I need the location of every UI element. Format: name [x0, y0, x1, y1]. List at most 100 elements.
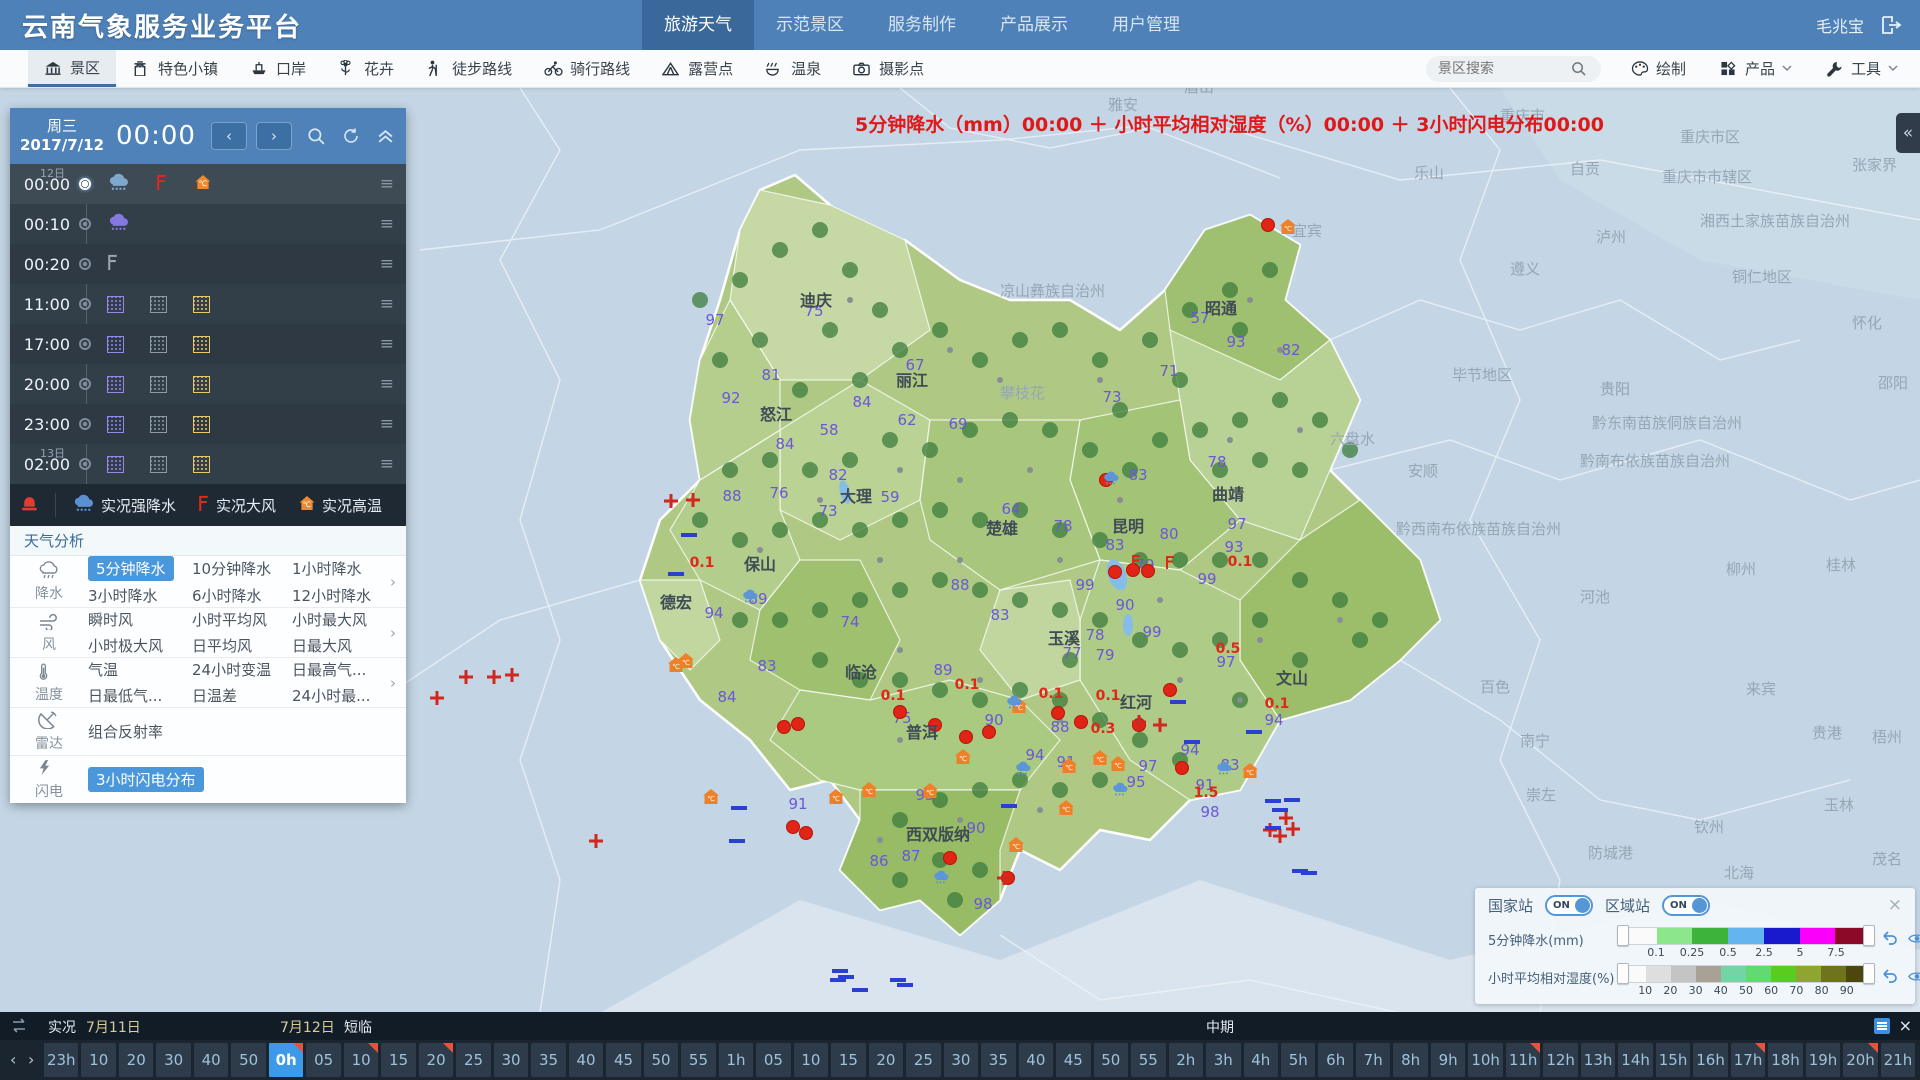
scale-handle-right[interactable]: [1863, 963, 1875, 984]
station-dot[interactable]: [892, 872, 908, 888]
time-step-button[interactable]: 17h: [1731, 1043, 1765, 1077]
row-menu-icon[interactable]: ≡: [380, 414, 394, 434]
analysis-item[interactable]: 日最高气...: [292, 658, 390, 681]
time-step-button[interactable]: 11h: [1506, 1043, 1540, 1077]
toolbar-item[interactable]: 特色小镇: [116, 50, 234, 87]
time-step-button[interactable]: 15: [381, 1043, 415, 1077]
time-step-button[interactable]: 18h: [1768, 1043, 1802, 1077]
station-dot[interactable]: [692, 512, 708, 528]
nav-item[interactable]: 产品展示: [978, 0, 1090, 50]
next-time-button[interactable]: ›: [256, 122, 292, 150]
station-dot[interactable]: [1252, 612, 1268, 628]
timeline-list-icon[interactable]: [1874, 1018, 1890, 1034]
time-row-radio[interactable]: [79, 258, 91, 270]
time-step-button[interactable]: 45: [1056, 1043, 1090, 1077]
alert-pin[interactable]: [792, 718, 805, 731]
time-step-button[interactable]: 10: [81, 1043, 115, 1077]
station-dot[interactable]: [722, 462, 738, 478]
station-dot[interactable]: [1172, 552, 1188, 568]
time-step-button[interactable]: 35: [531, 1043, 565, 1077]
station-dot[interactable]: [732, 612, 748, 628]
analysis-item[interactable]: 3小时降水: [88, 584, 192, 607]
station-dot[interactable]: [1132, 732, 1148, 748]
station-dot[interactable]: [1232, 412, 1248, 428]
analysis-item[interactable]: 6小时降水: [192, 584, 292, 607]
time-row[interactable]: 12日00:00℃≡: [10, 164, 406, 204]
station-dot[interactable]: [872, 302, 888, 318]
toolbar-item[interactable]: 徒步路线: [410, 50, 528, 87]
station-dot[interactable]: [1052, 322, 1068, 338]
time-step-button[interactable]: 50: [644, 1043, 678, 1077]
station-dot[interactable]: [972, 582, 988, 598]
station-dot[interactable]: [972, 692, 988, 708]
prev-time-button[interactable]: ‹: [211, 122, 247, 150]
station-dot[interactable]: [712, 352, 728, 368]
time-step-button[interactable]: 55: [681, 1043, 715, 1077]
time-step-button[interactable]: 30: [944, 1043, 978, 1077]
analysis-item[interactable]: 日温差: [192, 684, 292, 707]
nav-item[interactable]: 用户管理: [1090, 0, 1202, 50]
eye-icon[interactable]: [1908, 968, 1920, 983]
time-step-button[interactable]: 25: [906, 1043, 940, 1077]
station-dot[interactable]: [1352, 632, 1368, 648]
time-step-button[interactable]: 4h: [1244, 1043, 1278, 1077]
station-dot[interactable]: [732, 532, 748, 548]
analysis-item[interactable]: 24小时最...: [292, 684, 390, 707]
station-dot[interactable]: [1332, 592, 1348, 608]
user-name[interactable]: 毛兆宝: [1816, 13, 1864, 37]
station-dot[interactable]: [1142, 332, 1158, 348]
refresh-icon[interactable]: [340, 125, 362, 147]
timeline-next-icon[interactable]: ›: [28, 1050, 34, 1069]
time-step-button[interactable]: 1h: [719, 1043, 753, 1077]
station-dot[interactable]: [772, 612, 788, 628]
row-menu-icon[interactable]: ≡: [380, 294, 394, 314]
row-menu-icon[interactable]: ≡: [380, 374, 394, 394]
station-dot[interactable]: [932, 682, 948, 698]
station-dot[interactable]: [892, 512, 908, 528]
station-dot[interactable]: [1252, 552, 1268, 568]
time-step-button[interactable]: 12h: [1543, 1043, 1577, 1077]
toolbar-item[interactable]: 露营点: [646, 50, 749, 87]
station-dot[interactable]: [752, 332, 768, 348]
analysis-item[interactable]: 1小时降水: [292, 557, 390, 580]
station-dot[interactable]: [812, 652, 828, 668]
analysis-item[interactable]: 日平均风: [192, 634, 292, 657]
time-step-button[interactable]: 50: [1094, 1043, 1128, 1077]
station-dot[interactable]: [1052, 782, 1068, 798]
row-menu-icon[interactable]: ≡: [380, 254, 394, 274]
collapse-right-panel-handle[interactable]: «: [1896, 113, 1920, 153]
toolbar-item[interactable]: 花卉: [322, 50, 410, 87]
scale-bar[interactable]: 102030405060708090: [1620, 961, 1872, 998]
time-row[interactable]: 13日02:00≡: [10, 444, 406, 484]
station-dot[interactable]: [1292, 572, 1308, 588]
time-step-button[interactable]: 14h: [1618, 1043, 1652, 1077]
undo-icon[interactable]: [1880, 968, 1898, 983]
time-step-button[interactable]: 15h: [1656, 1043, 1690, 1077]
alert-pin[interactable]: [1052, 707, 1065, 720]
search-input[interactable]: [1436, 60, 1571, 78]
row-menu-icon[interactable]: ≡: [380, 334, 394, 354]
time-row-radio[interactable]: [79, 378, 91, 390]
time-step-button[interactable]: 3h: [1206, 1043, 1240, 1077]
time-row[interactable]: 11:00≡: [10, 284, 406, 324]
station-dot[interactable]: [1092, 772, 1108, 788]
station-dot[interactable]: [882, 432, 898, 448]
collapse-panel-icon[interactable]: [375, 125, 397, 147]
time-step-button[interactable]: 30: [494, 1043, 528, 1077]
alert-pin[interactable]: [944, 852, 957, 865]
station-dot[interactable]: [932, 322, 948, 338]
toggle-switch[interactable]: ON: [1545, 895, 1593, 916]
scale-handle-left[interactable]: [1617, 963, 1629, 984]
station-dot[interactable]: [892, 582, 908, 598]
eye-icon[interactable]: [1908, 930, 1920, 945]
time-row-radio[interactable]: [79, 458, 91, 470]
time-step-button[interactable]: 40: [1019, 1043, 1053, 1077]
time-step-button[interactable]: 0h: [269, 1043, 303, 1077]
analysis-item[interactable]: 小时平均风: [192, 608, 292, 631]
time-step-button[interactable]: 10: [344, 1043, 378, 1077]
time-step-button[interactable]: 55: [1131, 1043, 1165, 1077]
station-dot[interactable]: [692, 292, 708, 308]
station-dot[interactable]: [802, 462, 818, 478]
time-row[interactable]: 20:00≡: [10, 364, 406, 404]
time-step-button[interactable]: 2h: [1169, 1043, 1203, 1077]
